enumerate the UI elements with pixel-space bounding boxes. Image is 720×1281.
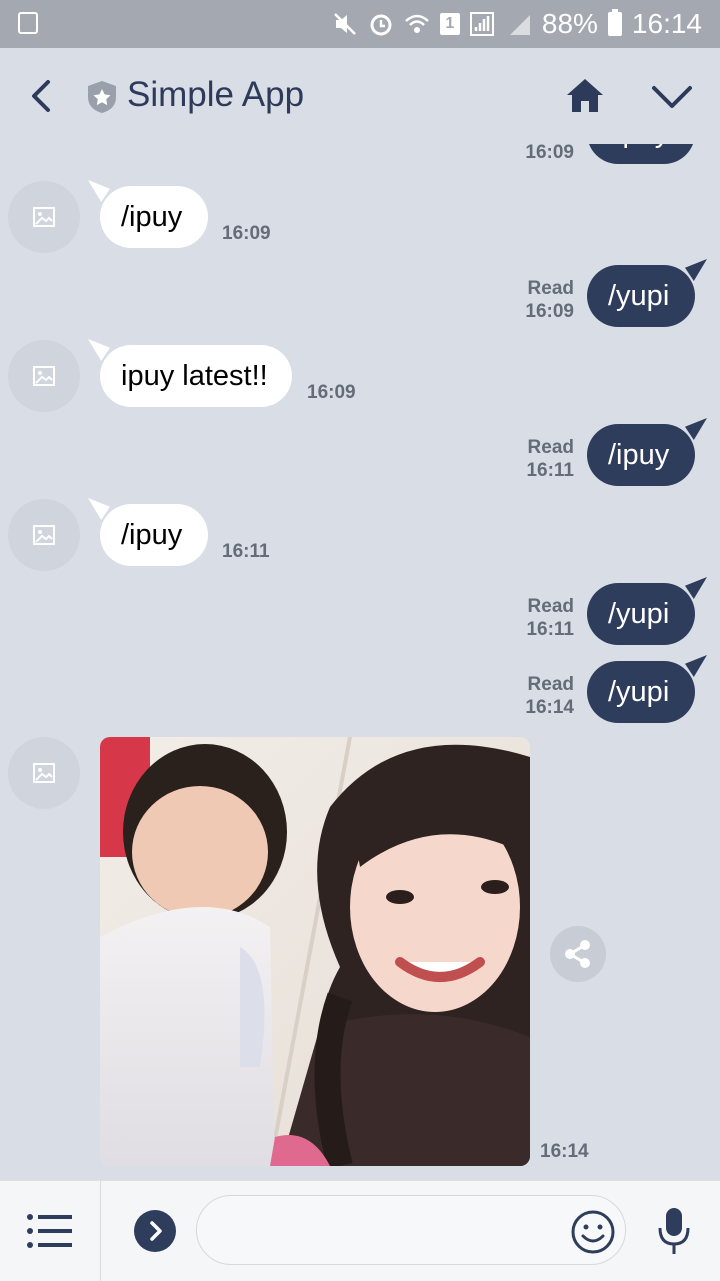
- back-icon[interactable]: [24, 74, 64, 118]
- status-bar: 1 88% 16:14: [0, 0, 720, 48]
- outgoing-bubble[interactable]: /yupi: [587, 265, 695, 327]
- message-time: 16:09: [525, 144, 574, 163]
- message-time: 16:09: [307, 382, 356, 403]
- incoming-bubble[interactable]: /ipuy: [100, 186, 208, 248]
- battery-icon: [607, 9, 622, 36]
- read-status: Read: [527, 278, 574, 299]
- avatar[interactable]: [8, 340, 80, 412]
- task-icon: [18, 12, 38, 34]
- message-time: 16:14: [540, 1141, 589, 1162]
- message-input[interactable]: [217, 1206, 561, 1256]
- avatar[interactable]: [8, 181, 80, 253]
- outgoing-bubble[interactable]: /ipuy: [587, 424, 695, 486]
- read-status: Read: [527, 596, 574, 617]
- incoming-bubble[interactable]: /ipuy: [100, 504, 208, 566]
- image-placeholder-icon: [33, 763, 55, 783]
- outgoing-bubble[interactable]: /yupi: [587, 661, 695, 723]
- incoming-bubble[interactable]: ipuy latest!!: [100, 345, 292, 407]
- divider: [100, 1181, 101, 1281]
- message-meta: Read 16:11: [500, 436, 574, 482]
- menu-icon[interactable]: [26, 1211, 74, 1251]
- chat-title: Simple App: [127, 75, 305, 114]
- expand-button[interactable]: [134, 1210, 176, 1252]
- message-time: 16:14: [525, 697, 574, 718]
- read-status: Read: [527, 437, 574, 458]
- status-icons: 1 88% 16:14: [332, 6, 702, 42]
- wifi-icon: [405, 14, 429, 33]
- signal-icon: [469, 12, 494, 36]
- microphone-icon[interactable]: [655, 1206, 693, 1256]
- message-time: 16:09: [525, 301, 574, 322]
- message-meta: Read 16:14: [500, 673, 574, 719]
- message-meta: Read 16:09: [500, 277, 574, 323]
- message-meta: Read 16:11: [500, 595, 574, 641]
- photo-image: [100, 737, 530, 1166]
- input-bar: [0, 1180, 720, 1281]
- mute-icon: [333, 13, 356, 35]
- image-message[interactable]: [100, 737, 530, 1166]
- battery-percent: 88%: [541, 8, 598, 39]
- message-time: 16:11: [526, 460, 574, 481]
- message-time: 16:11: [526, 619, 574, 640]
- signal-2-icon: [509, 15, 530, 35]
- sim-badge: 1: [439, 13, 460, 35]
- share-icon: [565, 940, 590, 968]
- outgoing-bubble[interactable]: /ipuy: [587, 144, 695, 164]
- chevron-right-icon: [150, 1221, 162, 1241]
- chat-header: Simple App: [0, 48, 720, 144]
- message-meta: 16:09: [500, 144, 574, 164]
- image-placeholder-icon: [33, 207, 55, 227]
- outgoing-bubble[interactable]: /yupi: [587, 583, 695, 645]
- status-time: 16:14: [631, 8, 702, 39]
- home-icon[interactable]: [565, 76, 605, 116]
- message-time: 16:11: [222, 541, 270, 562]
- image-placeholder-icon: [33, 366, 55, 386]
- emoji-icon[interactable]: [570, 1209, 616, 1255]
- read-status: Read: [527, 674, 574, 695]
- message-time: 16:09: [222, 223, 271, 244]
- avatar[interactable]: [8, 499, 80, 571]
- image-placeholder-icon: [33, 525, 55, 545]
- message-input-wrapper: [196, 1195, 626, 1265]
- share-button[interactable]: [550, 926, 606, 982]
- message-list[interactable]: 16:09 /ipuy /ipuy 16:09 Read 16:09 /yupi…: [0, 144, 720, 1180]
- chevron-down-icon[interactable]: [650, 80, 694, 114]
- alarm-icon: [370, 14, 392, 36]
- shield-icon: [88, 81, 116, 113]
- avatar[interactable]: [8, 737, 80, 809]
